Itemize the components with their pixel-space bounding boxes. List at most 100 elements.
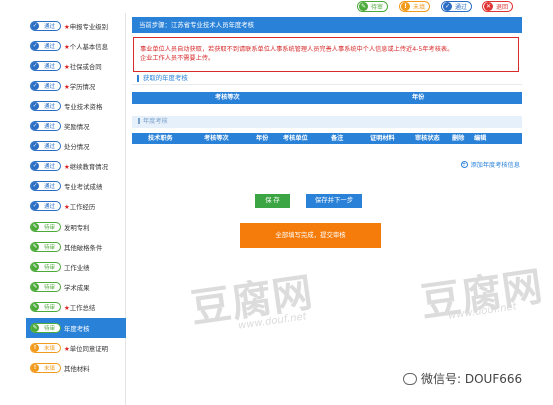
sidebar-item-text: 年度考核	[64, 324, 90, 333]
legend-unfilled: ! 未填	[399, 1, 431, 12]
status-badge-label: 待审	[43, 225, 55, 231]
status-badge: ✓ 通过	[30, 161, 61, 171]
sidebar-item[interactable]: ✎ 待审 年度考核	[26, 318, 126, 338]
check-icon: ✓	[31, 162, 39, 170]
status-badge-label: 待审	[43, 265, 55, 271]
status-badge: ✓ 通过	[30, 61, 61, 71]
sidebar-item[interactable]: ✓ 通过 奖励情况	[26, 116, 126, 136]
column-header: 审核状态	[415, 135, 440, 142]
column-header: 备注	[331, 135, 344, 142]
check-icon: ✓	[31, 122, 39, 130]
status-badge-label: 通过	[43, 64, 55, 70]
current-step-bar: 当前步骤：江苏省专业技术人员年度考核	[132, 17, 522, 33]
sidebar-item[interactable]: ✎ 待审 工作业绩	[26, 257, 126, 277]
pencil-icon: ✎	[31, 263, 39, 271]
fetched-section-label: 获取的年度考核	[143, 74, 188, 82]
status-badge-label: 未填	[43, 346, 55, 352]
sidebar-item-text: 工作经历	[69, 202, 96, 211]
sidebar-item-label: 工作业绩	[64, 263, 90, 272]
add-annual-review-link[interactable]: + 添加年度考核信息	[460, 160, 521, 169]
column-header: 年份	[412, 94, 425, 101]
check-icon: ✓	[31, 42, 39, 50]
sidebar-item[interactable]: ✎ 待审 学术成果	[26, 277, 126, 297]
pencil-icon: ✎	[31, 324, 39, 332]
status-badge-label: 通过	[43, 44, 55, 50]
sidebar-item-text: 处分情况	[64, 142, 90, 151]
add-link-label: 添加年度考核信息	[470, 162, 521, 169]
sidebar-item[interactable]: ✓ 通过 ★学历情况	[26, 76, 126, 96]
sidebar-item-text: 工作总结	[69, 303, 96, 312]
sidebar-item[interactable]: ✓ 通过 ★社保或合同	[26, 56, 126, 76]
section-marker	[137, 74, 139, 82]
status-badge: ✎ 待审	[30, 242, 61, 252]
column-header: 技术职务	[148, 135, 173, 142]
column-header: 考核单位	[283, 135, 308, 142]
legend-label: 退回	[496, 4, 509, 11]
sidebar-item-label: 处分情况	[64, 142, 90, 151]
check-icon: ✓	[31, 102, 39, 110]
sidebar-item[interactable]: ✓ 通过 ★个人基本信息	[26, 36, 126, 56]
status-badge-label: 通过	[43, 164, 55, 170]
wechat-label: 微信号: DOUF666	[421, 372, 523, 386]
status-badge: ✓ 通过	[30, 21, 61, 31]
pencil-icon: ✎	[31, 283, 39, 291]
sidebar-item-text: 学历情况	[69, 82, 96, 91]
status-legend: ✎ 待审 ! 未填 ✓ 通过 ✕ 退回	[350, 0, 553, 13]
status-badge: ✓ 通过	[30, 181, 61, 191]
sidebar-item-label: 学术成果	[64, 283, 90, 292]
sidebar-item-label: ★继续教育情况	[64, 162, 108, 171]
status-badge: ✎ 待审	[30, 262, 61, 272]
fetched-section-title: 获取的年度考核	[132, 71, 522, 85]
save-next-button[interactable]: 保存并下一步	[306, 194, 362, 208]
sidebar-item-label: ★工作经历	[64, 202, 95, 211]
pencil-icon: ✎	[31, 243, 39, 251]
sidebar-item[interactable]: ! 未填 ★单位同意证明	[26, 338, 126, 358]
sidebar-item-text: 其他破格条件	[64, 243, 103, 252]
status-badge-label: 通过	[43, 24, 55, 30]
annual-table-header: 技术职务 考核等次 年份 考核单位 备注 证明材料 审核状态 删除 编辑	[132, 133, 522, 144]
wechat-icon	[403, 372, 417, 385]
status-badge: ✓ 通过	[30, 141, 61, 151]
pencil-icon: ✎	[31, 303, 39, 311]
legend-passed: ✓ 通过	[441, 1, 473, 12]
column-header: 删除	[452, 135, 465, 142]
submit-review-button[interactable]: 全部填写完成，提交审核	[240, 223, 381, 248]
status-badge-label: 通过	[43, 184, 55, 190]
sidebar-item[interactable]: ✎ 待审 其他破格条件	[26, 237, 126, 257]
sidebar-item[interactable]: ✓ 通过 ★继续教育情况	[26, 156, 126, 176]
section-marker	[138, 118, 140, 124]
legend-pending: ✎ 待审	[357, 1, 389, 12]
sidebar-item-label: ★个人基本信息	[64, 42, 108, 51]
status-badge-label: 通过	[43, 144, 55, 150]
sidebar-item-label: ★申报专业级别	[64, 22, 108, 31]
save-button[interactable]: 保 存	[255, 194, 290, 208]
sidebar-item[interactable]: ✎ 待审 ★工作总结	[26, 297, 126, 317]
sidebar-item[interactable]: ✓ 通过 处分情况	[26, 136, 126, 156]
sidebar-item[interactable]: ✎ 待审 发明专利	[26, 217, 126, 237]
notice-line: 企业工作人员不需要上传。	[140, 55, 215, 62]
sidebar-item-label: 专业考试成绩	[64, 182, 102, 191]
exclamation-icon: !	[401, 2, 410, 11]
column-header: 考核等次	[215, 94, 240, 101]
annual-section-title: 年度考核	[132, 116, 522, 128]
status-badge: ✎ 待审	[30, 302, 61, 312]
sidebar-item[interactable]: ✓ 通过 ★工作经历	[26, 196, 126, 216]
sidebar-item-label: 奖励情况	[64, 122, 90, 131]
sidebar-item-label: 发明专利	[64, 223, 90, 232]
column-header: 年份	[256, 135, 269, 142]
sidebar-item[interactable]: ✓ 通过 专业技术资格	[26, 96, 126, 116]
sidebar-item-label: ★工作总结	[64, 303, 95, 312]
status-badge-label: 通过	[43, 104, 55, 110]
status-badge: ✓ 通过	[30, 201, 61, 211]
status-badge: ✓ 通过	[30, 41, 61, 51]
notice-box: 事业单位人员自动获取，若获取不到请联系单位人事系统管理人员完善人事系统中个人信息…	[133, 37, 519, 72]
sidebar-item[interactable]: ! 未填 其他材料	[26, 358, 126, 378]
sidebar-item-label: 其他材料	[64, 364, 90, 373]
main-panel: 当前步骤：江苏省专业技术人员年度考核 事业单位人员自动获取，若获取不到请联系单位…	[132, 13, 522, 405]
wechat-id: 微信号: DOUF666	[403, 370, 522, 387]
status-badge: ✓ 通过	[30, 121, 61, 131]
sidebar-item[interactable]: ✓ 通过 专业考试成绩	[26, 176, 126, 196]
status-badge-label: 通过	[43, 124, 55, 130]
status-badge-label: 未填	[43, 366, 55, 372]
sidebar-item[interactable]: ✓ 通过 ★申报专业级别	[26, 16, 126, 36]
